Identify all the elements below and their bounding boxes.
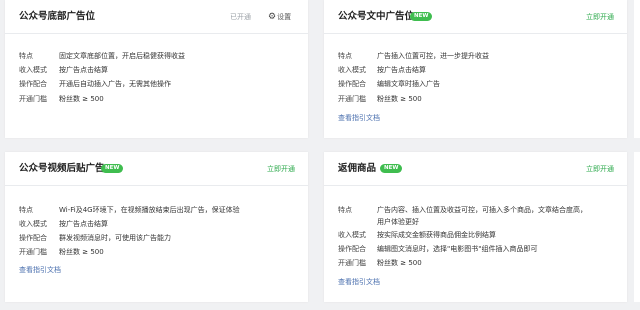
row-value: 广告插入位置可控，进一步提升收益 [377,52,489,60]
card-header: 返佣商品 NEW 立即开通 [324,152,627,186]
guide-doc-link[interactable]: 查看指引文档 [19,265,61,275]
status-text: 已开通 [230,13,251,21]
row-label: 操作配合 [19,234,47,242]
new-badge: NEW [380,164,403,173]
next-card-edge [634,0,640,138]
row-label: 开通门槛 [19,95,47,103]
row-value: 固定文章底部位置，开启后稳健获得收益 [59,52,185,60]
row-label: 特点 [338,52,352,60]
row-value: Wi-Fi及4G环境下，在视频播放结束后出现广告，保证体验 [59,206,240,214]
settings-label: 设置 [277,13,292,21]
card-title: 公众号视频后贴广告 [19,163,105,174]
row-value: 粉丝数 ≥ 500 [377,259,422,267]
row-value: 按广告点击结算 [59,220,108,228]
card-title: 公众号底部广告位 [19,11,96,22]
row-label: 特点 [19,52,33,60]
row-value: 粉丝数 ≥ 500 [377,95,422,103]
row-value: 按广告点击结算 [59,66,108,74]
settings-button[interactable]: ⚙设置 [268,12,291,22]
row-value: 编辑图文消息时，选择"电影图书"组件插入商品即可 [377,245,538,253]
open-now-link[interactable]: 立即开通 [586,164,614,174]
guide-doc-link[interactable]: 查看指引文档 [338,113,380,123]
row-value: 粉丝数 ≥ 500 [59,248,104,256]
card-header: 公众号视频后贴广告 NEW 立即开通 [5,152,308,186]
open-now-link[interactable]: 立即开通 [586,12,614,22]
row-label: 开通门槛 [19,248,47,256]
row-label: 特点 [338,206,352,214]
row-label: 特点 [19,206,33,214]
row-label: 操作配合 [19,80,47,88]
next-card-edge [634,152,640,302]
row-value: 粉丝数 ≥ 500 [59,95,104,103]
card-rebate-goods: 返佣商品 NEW 立即开通 特点 广告内容、插入位置及收益可控，可插入多个商品，… [324,152,627,302]
row-label: 收入模式 [338,66,366,74]
row-value: 广告内容、插入位置及收益可控，可插入多个商品，文章结合度高， [377,206,587,214]
new-badge: NEW [410,12,433,21]
row-label: 操作配合 [338,80,366,88]
row-value-continued: 用户体验更好 [377,218,419,226]
row-value: 开通后自动插入广告，无需其他操作 [59,80,171,88]
row-value: 编辑文章时插入广告 [377,80,440,88]
card-title: 公众号文中广告位 [338,11,415,22]
new-badge: NEW [101,164,124,173]
card-bottom-ad: 公众号底部广告位 已开通 ⚙设置 特点 固定文章底部位置，开启后稳健获得收益 收… [5,0,308,138]
gear-icon: ⚙ [268,12,277,22]
card-header: 公众号底部广告位 已开通 ⚙设置 [5,0,308,34]
card-video-post-ad: 公众号视频后贴广告 NEW 立即开通 特点 Wi-Fi及4G环境下，在视频播放结… [5,152,308,302]
row-label: 操作配合 [338,245,366,253]
row-value: 按广告点击结算 [377,66,426,74]
row-label: 开通门槛 [338,259,366,267]
open-now-link[interactable]: 立即开通 [267,164,295,174]
guide-doc-link[interactable]: 查看指引文档 [338,277,380,287]
row-label: 开通门槛 [338,95,366,103]
card-title: 返佣商品 [338,163,377,174]
row-label: 收入模式 [19,66,47,74]
row-value: 群发视频消息时，可使用该广告能力 [59,234,171,242]
row-label: 收入模式 [338,231,366,239]
card-mid-article-ad: 公众号文中广告位 NEW 立即开通 特点 广告插入位置可控，进一步提升收益 收入… [324,0,627,138]
card-header: 公众号文中广告位 NEW 立即开通 [324,0,627,34]
row-value: 按实际成交金额获得商品佣金比例结算 [377,231,496,239]
row-label: 收入模式 [19,220,47,228]
